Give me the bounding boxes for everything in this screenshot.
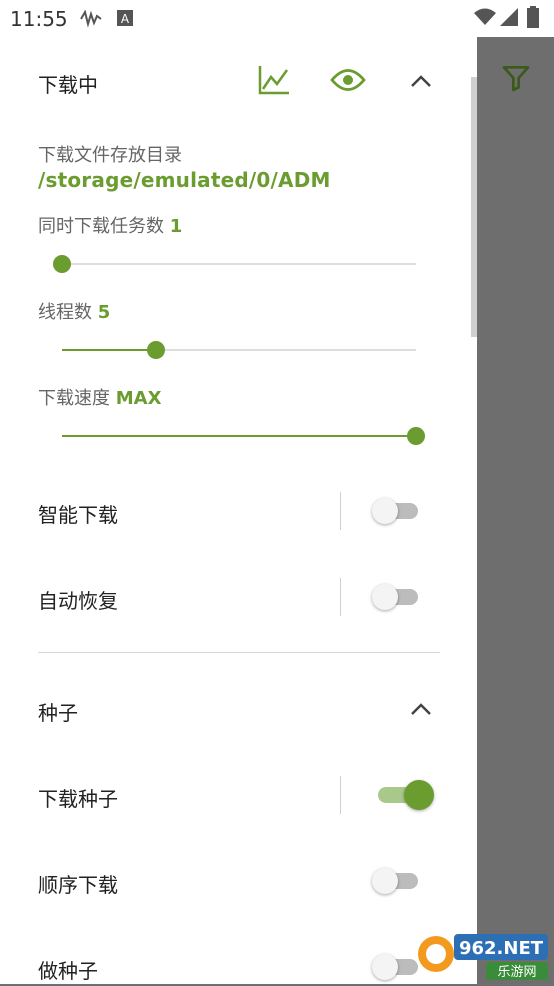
switch-knob <box>372 954 398 980</box>
slider-thumb[interactable] <box>53 255 71 273</box>
switch-knob <box>404 780 434 810</box>
concurrent-slider[interactable] <box>53 255 416 273</box>
a-box-icon: A <box>117 10 133 30</box>
auto-resume-switch[interactable] <box>372 584 424 610</box>
slider-thumb[interactable] <box>407 427 425 445</box>
battery-icon <box>527 6 539 32</box>
settings-drawer: 下载中 下载文件存放目录 /storage/emulated/0/ADM 同时下… <box>0 37 477 984</box>
switch-knob <box>372 584 398 610</box>
divider <box>340 776 341 814</box>
filter-icon <box>502 66 530 92</box>
svg-text:乐游网: 乐游网 <box>497 965 536 980</box>
section-divider <box>38 652 440 653</box>
concurrent-label: 同时下载任务数 1 <box>38 212 182 238</box>
download-dir-value[interactable]: /storage/emulated/0/ADM <box>38 168 331 192</box>
threads-slider[interactable] <box>62 341 416 359</box>
smart-download-label: 智能下载 <box>38 503 118 527</box>
svg-text:962.NET: 962.NET <box>459 938 544 959</box>
signal-wave-icon <box>80 9 102 32</box>
cell-signal-icon <box>500 8 518 30</box>
threads-label-text: 线程数 <box>38 302 92 323</box>
slider-fill <box>62 349 156 351</box>
switch-knob <box>372 498 398 524</box>
make-torrent-label: 做种子 <box>38 959 98 983</box>
speed-slider[interactable] <box>62 427 425 445</box>
download-torrent-label: 下载种子 <box>38 787 118 811</box>
slider-thumb[interactable] <box>146 341 165 359</box>
chevron-up-icon[interactable] <box>410 73 432 92</box>
speed-value: MAX <box>115 388 162 409</box>
filter-button[interactable] <box>500 62 532 98</box>
status-bar: 11:55 A <box>0 0 554 37</box>
watermark-logo: 962.NET 乐游网 <box>416 930 550 982</box>
section-title-downloading: 下载中 <box>38 73 98 97</box>
sequential-download-label: 顺序下载 <box>38 873 118 897</box>
switch-knob <box>372 868 398 894</box>
download-torrent-switch[interactable] <box>372 780 434 810</box>
divider <box>340 492 341 530</box>
slider-fill <box>62 435 416 437</box>
sequential-download-switch[interactable] <box>372 868 424 894</box>
speed-label: 下载速度 MAX <box>38 384 161 410</box>
svg-text:A: A <box>121 12 130 26</box>
speed-label-text: 下载速度 <box>38 388 110 409</box>
status-time: 11:55 <box>10 7 68 31</box>
chart-icon[interactable] <box>258 65 290 99</box>
chevron-up-icon[interactable] <box>410 701 432 720</box>
auto-resume-label: 自动恢复 <box>38 589 118 613</box>
download-dir-label: 下载文件存放目录 <box>38 145 182 166</box>
threads-label: 线程数 5 <box>38 298 110 324</box>
wifi-icon <box>474 8 496 30</box>
section-title-torrent: 种子 <box>38 701 78 725</box>
divider <box>340 578 341 616</box>
threads-value: 5 <box>97 302 111 323</box>
scrollbar[interactable] <box>471 77 477 337</box>
eye-icon[interactable] <box>330 67 366 97</box>
concurrent-label-text: 同时下载任务数 <box>38 216 164 237</box>
smart-download-switch[interactable] <box>372 498 424 524</box>
concurrent-value: 1 <box>169 216 183 237</box>
